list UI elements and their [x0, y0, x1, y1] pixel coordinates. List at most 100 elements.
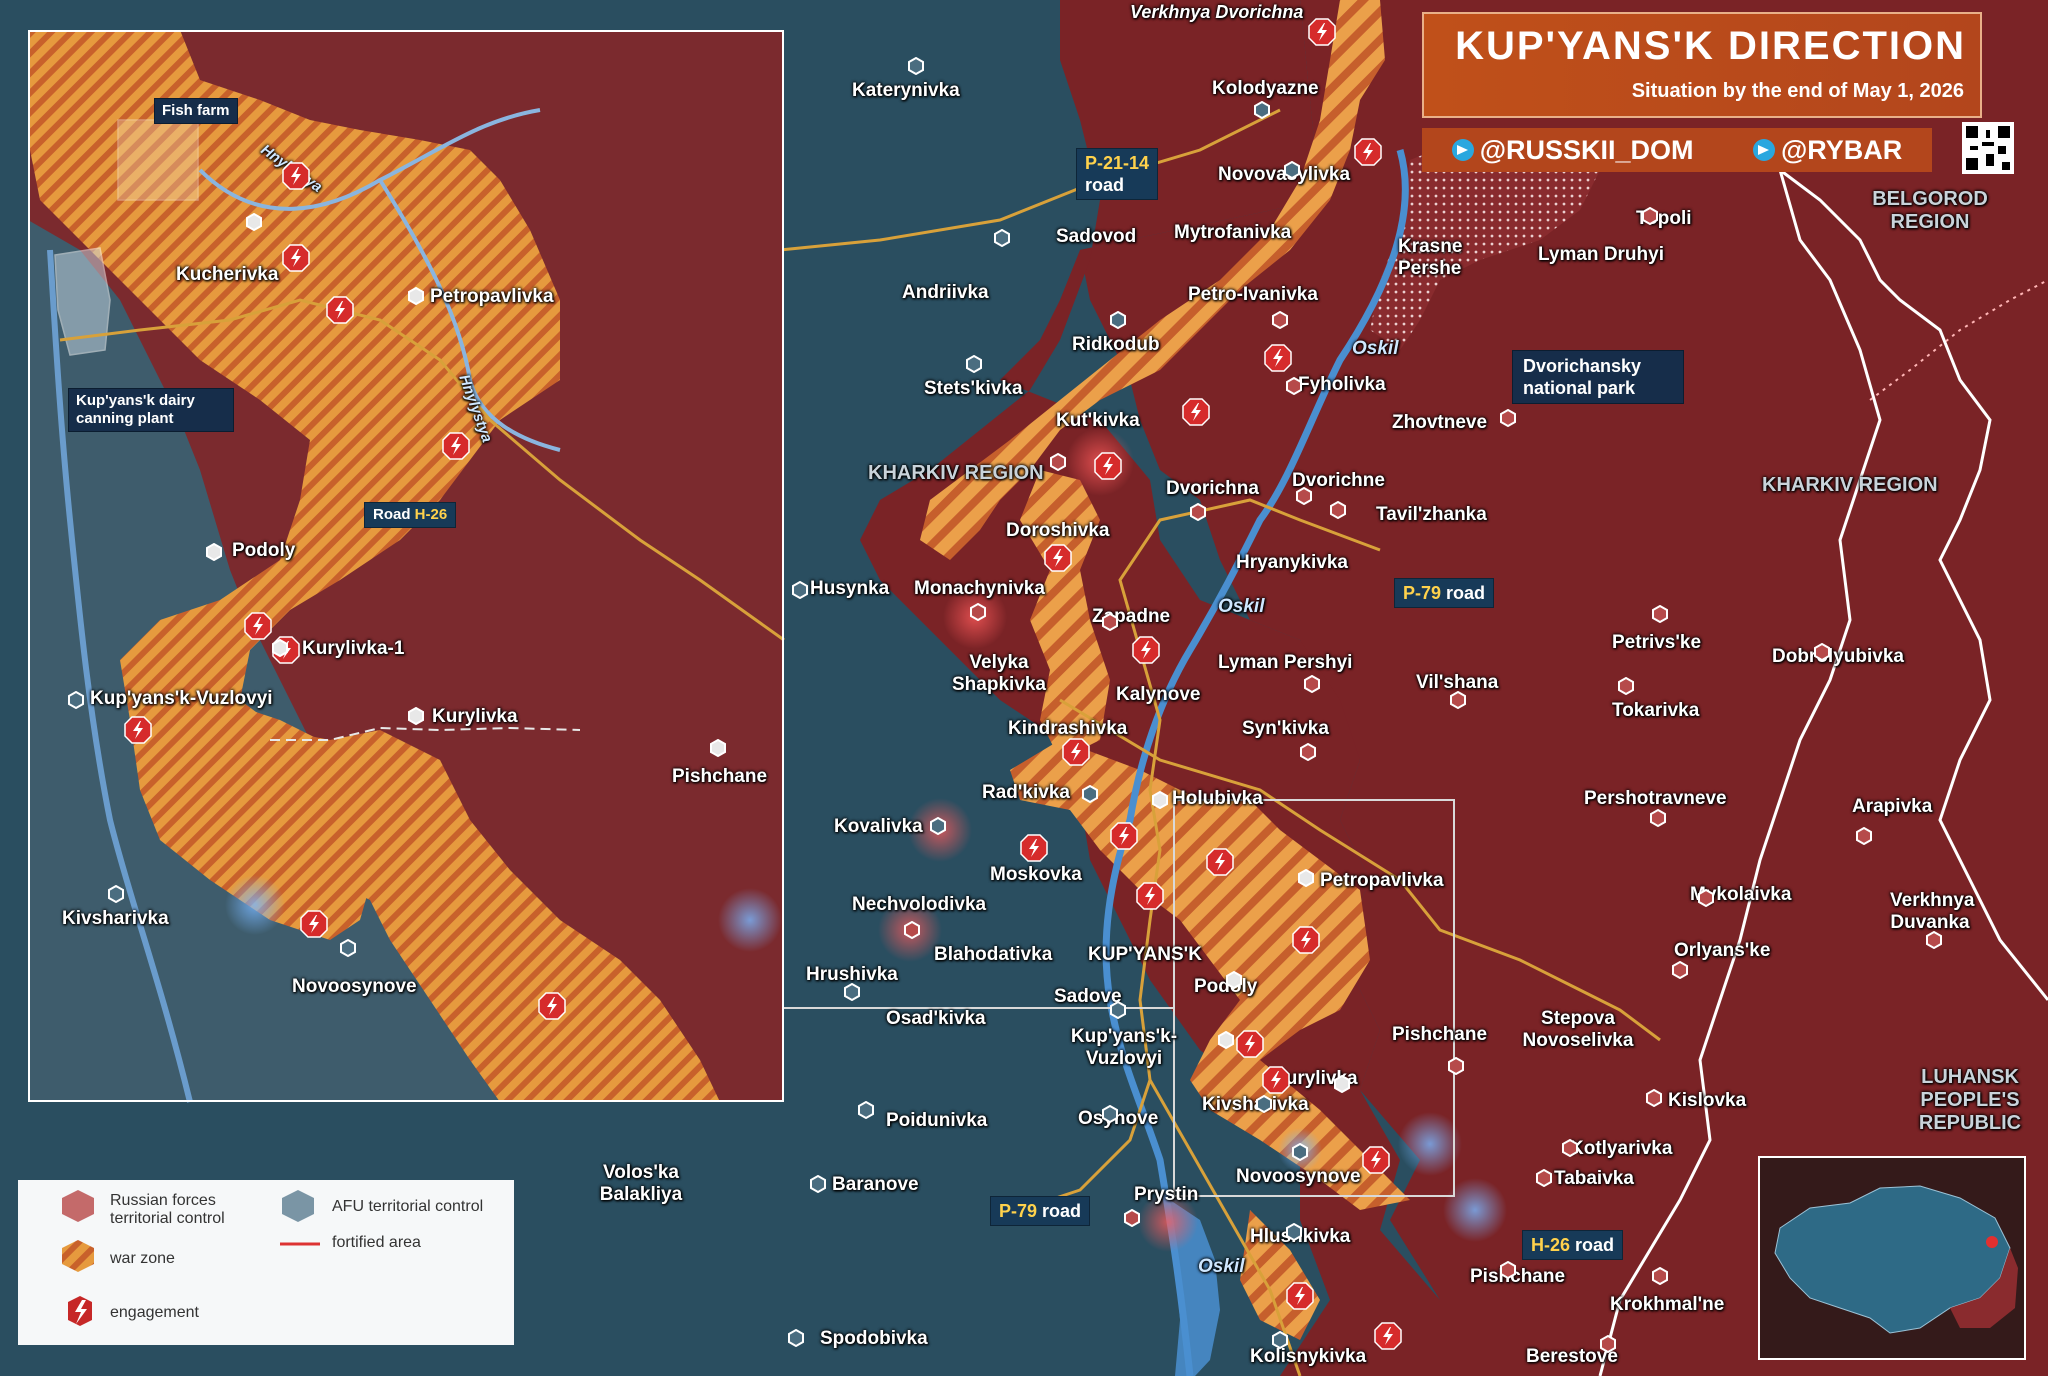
fish-farm-area	[117, 119, 199, 201]
region-label-kharkiv-west: KHARKIV REGION	[868, 462, 1044, 484]
social-link-rybar[interactable]: @RYBAR	[1752, 135, 1902, 166]
settlement-marker-icon	[1329, 500, 1347, 524]
settlement-marker-icon	[969, 602, 987, 626]
settlement-label: Verkhnya Duvanka	[1890, 890, 1975, 933]
settlement-marker-icon	[1271, 310, 1289, 334]
settlement-label: Arapivka	[1852, 796, 1933, 817]
settlement-marker-icon	[843, 982, 861, 1006]
settlement-label: Doroshivka	[1006, 520, 1110, 541]
settlement-label: Rad'kivka	[982, 782, 1070, 803]
settlement-marker-icon	[1299, 742, 1317, 766]
inset-settlement-label: Kurylivka	[432, 706, 518, 727]
settlement-label: Sadovod	[1056, 226, 1137, 247]
settlement-label: Kut'kivka	[1056, 410, 1140, 431]
legend-russian-swatch	[62, 1190, 94, 1222]
settlement-marker-icon	[1651, 604, 1669, 628]
engagement-icon	[538, 992, 566, 1025]
telegram-icon	[1752, 139, 1775, 161]
settlement-marker-icon	[1617, 676, 1635, 700]
region-label-kharkiv-east: KHARKIV REGION	[1762, 474, 1938, 496]
engagement-icon	[1354, 138, 1382, 171]
settlement-label: Osad'kivka	[886, 1008, 986, 1029]
settlement-label: Moskovka	[990, 864, 1082, 885]
engagement-icon	[1236, 1030, 1264, 1063]
settlement-marker-icon	[1649, 808, 1667, 832]
region-label-luhansk: LUHANSK PEOPLE'S REPUBLIC	[1918, 1066, 2022, 1134]
settlement-label: Spodobivka	[820, 1328, 928, 1349]
settlement-label: KUP'YANS'K	[1088, 944, 1202, 965]
engagement-icon	[1020, 834, 1048, 867]
legend-engagement-label: engagement	[110, 1304, 199, 1321]
road-tag-inset-h26: Road H-26	[364, 502, 457, 528]
settlement-marker-icon	[791, 580, 809, 604]
settlement-marker-icon	[965, 354, 983, 378]
social-bar: @RUSSKII_DOM @RYBAR	[1422, 128, 1932, 172]
settlement-marker-icon	[1101, 612, 1119, 636]
settlement-marker-icon	[929, 816, 947, 840]
legend: Russian forces territorial control war z…	[18, 1180, 514, 1345]
legend-warzone-swatch	[62, 1240, 94, 1272]
engagement-icon	[1362, 1146, 1390, 1179]
inset-settlement-label: Kucherivka	[176, 264, 279, 285]
settlement-marker-icon	[1295, 486, 1313, 510]
settlement-label: Nechvolodivka	[852, 894, 987, 915]
settlement-label: Pishchane	[1392, 1024, 1488, 1045]
settlement-label: Orlyans'ke	[1674, 940, 1771, 961]
legend-russian-label: Russian forces territorial control	[110, 1192, 225, 1227]
settlement-marker-icon	[271, 638, 289, 662]
settlement-marker-icon	[1535, 1168, 1553, 1192]
settlement-marker-icon	[1297, 868, 1315, 892]
settlement-marker-icon	[1189, 502, 1207, 526]
engagement-icon	[1292, 926, 1320, 959]
settlement-marker-icon	[993, 228, 1011, 252]
legend-warzone-label: war zone	[110, 1250, 175, 1267]
engagement-icon	[1264, 344, 1292, 377]
callout-fish-farm: Fish farm	[154, 98, 238, 124]
settlement-label: Katerynivka	[852, 80, 960, 101]
inset-settlement-label: Petropavlivka	[430, 286, 554, 307]
settlement-marker-icon	[1217, 1030, 1235, 1054]
settlement-marker-icon	[67, 690, 85, 714]
settlement-marker-icon	[1645, 1088, 1663, 1112]
inset-settlement-label: Pishchane	[672, 766, 768, 787]
settlement-marker-icon	[1285, 1222, 1303, 1246]
settlement-marker-icon	[339, 938, 357, 962]
engagement-icon	[1374, 1322, 1402, 1355]
settlement-label: Verkhnya Dvorichna	[1130, 2, 1304, 22]
engagement-icon	[1286, 1282, 1314, 1315]
settlement-label: Velyka Shapkivka	[952, 652, 1046, 695]
engagement-icon	[1094, 452, 1122, 485]
settlement-marker-icon	[1925, 930, 1943, 954]
social-link-russkii-dom[interactable]: @RUSSKII_DOM	[1451, 135, 1694, 166]
engagement-icon	[124, 716, 152, 749]
settlement-marker-icon	[1599, 1334, 1617, 1358]
settlement-label: Kislovka	[1668, 1090, 1747, 1111]
settlement-label: Syn'kivka	[1242, 718, 1329, 739]
inset-settlement-label: Novoosynove	[292, 976, 417, 997]
settlement-marker-icon	[1255, 1094, 1273, 1118]
engagement-icon	[1308, 18, 1336, 51]
settlement-marker-icon	[407, 706, 425, 730]
settlement-marker-icon	[809, 1174, 827, 1198]
settlement-label: Kindrashivka	[1008, 718, 1128, 739]
callout-dvorichansky: Dvorichansky national park	[1512, 350, 1684, 404]
settlement-label: Petro-Ivanivka	[1188, 284, 1318, 305]
settlement-label: Mytrofanivka	[1174, 222, 1292, 243]
settlement-label: Hryanykivka	[1236, 552, 1348, 573]
settlement-marker-icon	[787, 1328, 805, 1352]
settlement-marker-icon	[1447, 1056, 1465, 1080]
settlement-label: Dvorichna	[1166, 478, 1259, 499]
settlement-label: Petrivs'ke	[1612, 632, 1702, 653]
glow-blue-2	[1398, 1112, 1462, 1176]
settlement-marker-icon	[907, 56, 925, 80]
settlement-label: Kotlyarivka	[1570, 1138, 1673, 1159]
river-label-oskil-2: Oskil	[1218, 596, 1265, 617]
road-tag-h26: H-26 road	[1522, 1230, 1624, 1260]
settlement-label: Kup'yans'k-Vuzlovyi	[1070, 1026, 1178, 1069]
settlement-label: Pershotravneve	[1584, 788, 1727, 809]
engagement-icon	[244, 612, 272, 645]
glow-blue-1	[718, 888, 782, 952]
settlement-marker-icon	[1101, 1104, 1119, 1128]
settlement-label: Tokarivka	[1612, 700, 1700, 721]
telegram-icon	[1451, 139, 1474, 161]
